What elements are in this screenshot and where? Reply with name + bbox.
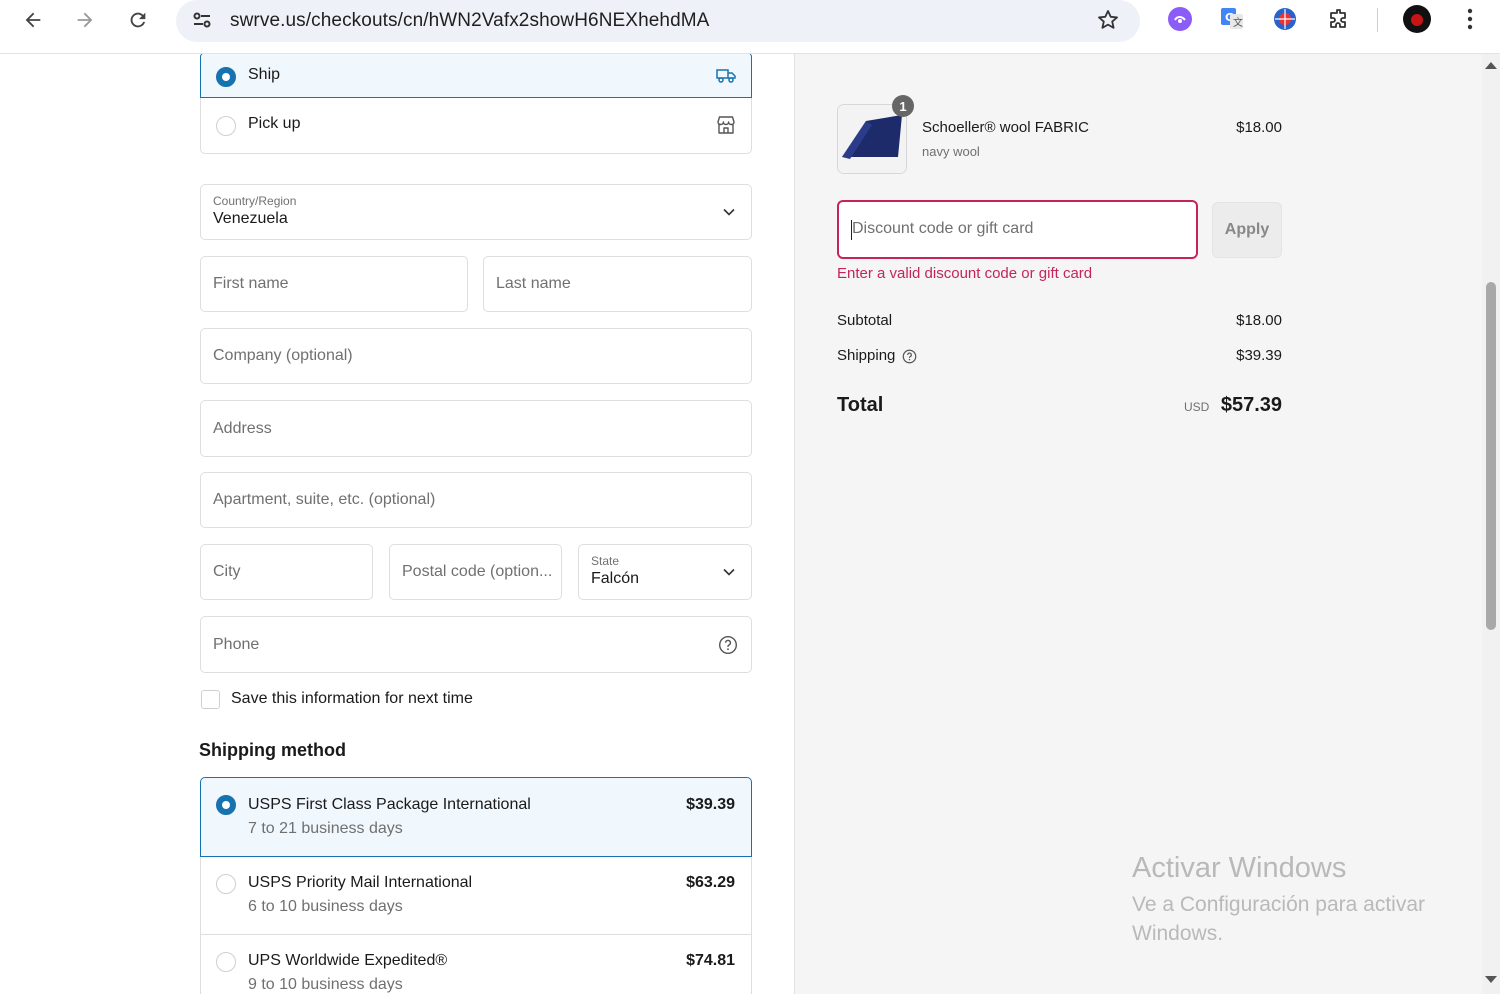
shipping-option-name: USPS Priority Mail International bbox=[248, 874, 473, 891]
last-name-field[interactable]: Last name bbox=[483, 256, 752, 312]
extension-bug-icon[interactable] bbox=[1270, 4, 1300, 34]
scrollbar-thumb[interactable] bbox=[1486, 282, 1496, 630]
svg-text:文: 文 bbox=[1233, 16, 1243, 29]
shipping-radio[interactable] bbox=[216, 795, 236, 815]
apartment-placeholder: Apartment, suite, etc. (optional) bbox=[213, 491, 436, 508]
state-label: State bbox=[591, 554, 620, 568]
shipping-option-price: $74.81 bbox=[686, 952, 735, 969]
url-text: swrve.us/checkouts/cn/hWN2Vafx2showH6NEX… bbox=[230, 10, 710, 31]
reload-icon[interactable] bbox=[123, 6, 153, 34]
windows-watermark-title: Activar Windows bbox=[1132, 852, 1347, 884]
phone-placeholder: Phone bbox=[213, 635, 260, 653]
country-select[interactable]: Country/Region Venezuela bbox=[200, 184, 752, 240]
profile-avatar[interactable] bbox=[1402, 4, 1432, 34]
shipping-option-name: USPS First Class Package International bbox=[248, 796, 531, 813]
shipping-radio[interactable] bbox=[216, 874, 236, 894]
product-price: $18.00 bbox=[1236, 119, 1282, 136]
shipping-option-usps-priority[interactable]: USPS Priority Mail International 6 to 10… bbox=[200, 857, 752, 935]
extensions-puzzle-icon[interactable] bbox=[1324, 4, 1354, 34]
shipping-radio[interactable] bbox=[216, 952, 236, 972]
browser-toolbar: swrve.us/checkouts/cn/hWN2Vafx2showH6NEX… bbox=[0, 0, 1500, 54]
total-value: $57.39 bbox=[1220, 394, 1282, 416]
quantity-badge: 1 bbox=[892, 95, 914, 117]
first-name-field[interactable]: First name bbox=[200, 256, 468, 312]
ship-label: Ship bbox=[248, 66, 281, 83]
shipping-value: $39.39 bbox=[1236, 347, 1282, 364]
last-name-placeholder: Last name bbox=[496, 275, 571, 292]
company-placeholder: Company (optional) bbox=[213, 347, 353, 364]
google-translate-icon[interactable]: G文 bbox=[1217, 4, 1247, 34]
page-scrollbar[interactable] bbox=[1482, 54, 1500, 994]
state-value: Falcón bbox=[591, 570, 640, 587]
product-variant: navy wool bbox=[922, 144, 980, 159]
shipping-option-days: 9 to 10 business days bbox=[248, 976, 403, 993]
country-label: Country/Region bbox=[213, 194, 297, 208]
delivery-option-pickup[interactable]: Pick up bbox=[200, 98, 752, 154]
shipping-option-usps-first-class[interactable]: USPS First Class Package International 7… bbox=[200, 777, 752, 857]
save-info-label: Save this information for next time bbox=[231, 690, 473, 707]
shipping-option-price: $39.39 bbox=[686, 796, 735, 813]
ship-radio[interactable] bbox=[216, 67, 236, 87]
apartment-field[interactable]: Apartment, suite, etc. (optional) bbox=[200, 472, 752, 528]
discount-error: Enter a valid discount code or gift card bbox=[837, 265, 1093, 282]
subtotal-label: Subtotal bbox=[837, 312, 893, 329]
delivery-option-ship[interactable]: Ship bbox=[200, 54, 752, 98]
product-name: Schoeller® wool FABRIC bbox=[922, 119, 1089, 136]
company-field[interactable]: Company (optional) bbox=[200, 328, 752, 384]
product-image bbox=[838, 105, 906, 173]
postal-code-placeholder: Postal code (option... bbox=[402, 563, 553, 580]
save-info-checkbox[interactable] bbox=[201, 690, 220, 709]
phone-field[interactable]: Phone bbox=[200, 616, 752, 673]
truck-icon bbox=[715, 65, 737, 90]
state-select[interactable]: State Falcón bbox=[578, 544, 752, 600]
shipping-option-days: 6 to 10 business days bbox=[248, 898, 403, 915]
checkout-form: Ship Pick up Country/Region Venezuela Fi… bbox=[0, 54, 794, 994]
postal-code-field[interactable]: Postal code (option... bbox=[389, 544, 562, 600]
toolbar-separator bbox=[1377, 8, 1378, 32]
pickup-label: Pick up bbox=[248, 115, 301, 132]
shipping-method-heading: Shipping method bbox=[199, 740, 346, 760]
city-placeholder: City bbox=[213, 563, 241, 580]
pickup-radio[interactable] bbox=[216, 116, 236, 136]
address-bar[interactable]: swrve.us/checkouts/cn/hWN2Vafx2showH6NEX… bbox=[176, 0, 1140, 42]
city-field[interactable]: City bbox=[200, 544, 373, 600]
shipping-option-price: $63.29 bbox=[686, 874, 735, 891]
browser-menu-icon[interactable] bbox=[1455, 4, 1485, 34]
help-circle-icon[interactable] bbox=[718, 635, 738, 660]
discount-input[interactable]: Discount code or gift card bbox=[837, 200, 1198, 259]
shipping-option-ups-expedited[interactable]: UPS Worldwide Expedited® 9 to 10 busines… bbox=[200, 935, 752, 994]
bookmark-star-icon[interactable] bbox=[1096, 8, 1120, 37]
address-placeholder: Address bbox=[213, 419, 272, 437]
chevron-down-icon bbox=[723, 563, 735, 581]
scroll-down-arrow-icon[interactable] bbox=[1485, 976, 1497, 983]
chevron-down-icon bbox=[723, 203, 735, 221]
back-arrow-icon[interactable] bbox=[18, 6, 48, 34]
help-circle-icon[interactable] bbox=[902, 349, 917, 369]
forward-arrow-icon[interactable] bbox=[70, 6, 100, 34]
currency-code: USD bbox=[1184, 400, 1210, 414]
address-field[interactable]: Address bbox=[200, 400, 752, 457]
shipping-option-days: 7 to 21 business days bbox=[248, 820, 403, 837]
shipping-option-name: UPS Worldwide Expedited® bbox=[248, 952, 448, 969]
apply-button[interactable]: Apply bbox=[1212, 202, 1282, 258]
first-name-placeholder: First name bbox=[213, 275, 289, 292]
discount-placeholder: Discount code or gift card bbox=[852, 220, 1034, 237]
shipping-label: Shipping bbox=[837, 347, 896, 364]
total-label: Total bbox=[837, 394, 884, 416]
site-settings-icon[interactable] bbox=[190, 8, 214, 37]
product-thumbnail: 1 bbox=[837, 95, 914, 174]
order-summary: 1 Schoeller® wool FABRIC navy wool $18.0… bbox=[795, 54, 1482, 994]
extension-purple-icon[interactable] bbox=[1165, 4, 1195, 34]
subtotal-value: $18.00 bbox=[1236, 312, 1282, 329]
scroll-up-arrow-icon[interactable] bbox=[1485, 62, 1497, 69]
store-icon bbox=[715, 114, 737, 141]
country-value: Venezuela bbox=[213, 210, 288, 227]
windows-watermark-subtitle: Ve a Configuración para activar Windows. bbox=[1132, 893, 1426, 945]
